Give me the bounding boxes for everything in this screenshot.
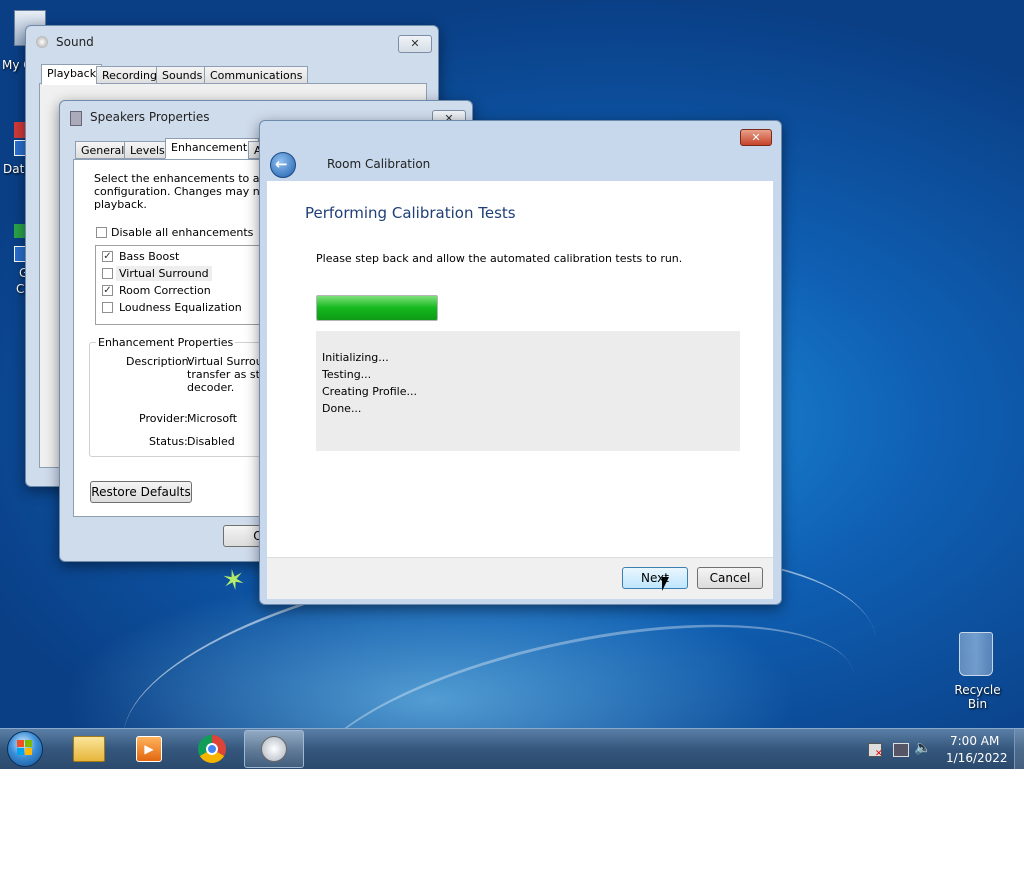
desktop-icon-label: Recycle Bin (954, 683, 1001, 711)
description-value: Virtual Surroun (187, 355, 270, 368)
show-desktop-button[interactable] (1014, 729, 1024, 769)
clock-time[interactable]: 7:00 AM (950, 734, 999, 748)
progress-bar (316, 295, 438, 321)
room-correction-checkbox[interactable]: ✓ (102, 285, 113, 296)
taskbar-sound[interactable] (244, 730, 304, 768)
desktop-icon-label: C (16, 282, 25, 296)
enhancement-label: Virtual Surround (116, 266, 212, 281)
loudness-equalization-checkbox[interactable] (102, 302, 113, 313)
intro-text-line: playback. (94, 198, 147, 211)
enhancement-label: Bass Boost (119, 250, 180, 263)
window-title: Sound (56, 35, 94, 49)
description-label: Description: (126, 355, 193, 368)
chrome-icon (198, 735, 226, 763)
media-player-icon: ▶ (136, 736, 162, 762)
speaker-icon (70, 111, 82, 126)
clock-date[interactable]: 1/16/2022 (946, 751, 1008, 765)
log-line: Creating Profile... (322, 385, 417, 398)
bass-boost-checkbox[interactable]: ✓ (102, 251, 113, 262)
taskbar: ▶ ✕ 🔈 7:00 AM 1/16/2022 (0, 728, 1024, 769)
description-value: transfer as ste (187, 368, 267, 381)
recycle-bin-icon (959, 632, 993, 676)
log-line: Initializing... (322, 351, 389, 364)
description-value: decoder. (187, 381, 235, 394)
tab-communications[interactable]: Communications (204, 66, 309, 84)
tab-recording[interactable]: Recording (96, 66, 164, 84)
taskbar-explorer[interactable] (62, 732, 116, 766)
network-icon[interactable] (893, 743, 909, 757)
group-title: Enhancement Properties (96, 336, 236, 349)
page-heading: Performing Calibration Tests (305, 204, 516, 222)
wizard-title: Room Calibration (327, 157, 431, 171)
provider-value: Microsoft (187, 412, 238, 425)
progress-fill (317, 296, 437, 320)
taskbar-chrome[interactable] (185, 732, 239, 766)
tab-levels[interactable]: Levels (124, 141, 171, 159)
next-button[interactable]: Next (622, 567, 688, 589)
network-error-icon[interactable]: ✕ (868, 743, 883, 759)
log-line: Done... (322, 402, 362, 415)
status-label: Status: (149, 435, 188, 448)
sound-icon (261, 736, 287, 762)
provider-label: Provider: (139, 412, 188, 425)
instruction-text: Please step back and allow the automated… (316, 252, 683, 265)
close-button[interactable]: ✕ (740, 129, 772, 146)
cancel-button[interactable]: Cancel (697, 567, 763, 589)
mouse-cursor-icon (662, 577, 669, 591)
enhancement-label: Loudness Equalization (119, 301, 242, 314)
desktop-icon-recycle-bin[interactable]: Recycle Bin (940, 630, 1010, 711)
room-calibration-window: ✕ ← Room Calibration Performing Calibrat… (259, 120, 782, 605)
tab-general[interactable]: General (75, 141, 131, 159)
start-orb-icon (7, 731, 43, 767)
disable-all-label: Disable all enhancements (111, 226, 254, 239)
virtual-surround-checkbox[interactable] (102, 268, 113, 279)
windows-flag-logo: ✶ (219, 561, 249, 599)
restore-defaults-button[interactable]: Restore Defaults (90, 481, 192, 503)
enhancement-label: Room Correction (119, 284, 211, 297)
log-line: Testing... (322, 368, 372, 381)
tab-enhancements[interactable]: Enhancements (165, 138, 259, 159)
window-title: Speakers Properties (90, 110, 210, 124)
back-arrow-icon: ← (275, 155, 288, 173)
back-button[interactable]: ← (270, 152, 296, 178)
sound-window-icon (36, 36, 48, 48)
start-button[interactable] (0, 731, 50, 767)
status-value: Disabled (187, 435, 235, 448)
taskbar-media-player[interactable]: ▶ (122, 732, 176, 766)
tab-playback[interactable]: Playback (41, 64, 103, 85)
tab-sounds[interactable]: Sounds (156, 66, 209, 84)
volume-icon[interactable]: 🔈 (914, 740, 931, 756)
intro-text-line: Select the enhancements to apply (94, 172, 284, 185)
file-explorer-icon (73, 736, 105, 762)
intro-text-line: configuration. Changes may not ta (94, 185, 286, 198)
disable-all-checkbox[interactable] (96, 227, 107, 238)
close-button[interactable]: ✕ (398, 35, 432, 53)
